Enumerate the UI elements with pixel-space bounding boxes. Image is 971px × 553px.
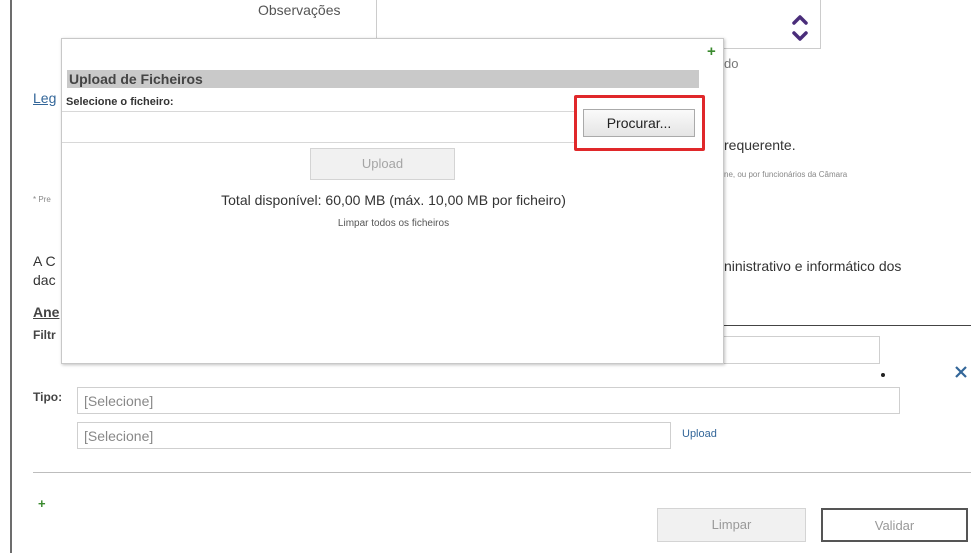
tipo-label: Tipo: bbox=[33, 390, 63, 404]
background-text-do: do bbox=[724, 56, 739, 71]
background-text-dac: dac bbox=[33, 272, 56, 288]
background-text-ac: A C bbox=[33, 253, 56, 269]
documento-select[interactable]: [Selecione] bbox=[77, 422, 671, 449]
total-available-text: Total disponível: 60,00 MB (máx. 10,00 M… bbox=[221, 192, 566, 208]
modal-title: Upload de Ficheiros bbox=[67, 70, 699, 88]
browse-button[interactable]: Procurar... bbox=[583, 109, 695, 137]
upload-modal: + Upload de Ficheiros Selecione o fichei… bbox=[61, 38, 724, 364]
file-path-field[interactable] bbox=[62, 111, 574, 143]
requerente-text: requerente. bbox=[724, 137, 796, 153]
bottom-divider bbox=[33, 472, 971, 473]
filtro-label: Filtr bbox=[33, 328, 56, 342]
funcionarios-note: ne, ou por funcionários da Câmara bbox=[724, 170, 848, 179]
anexos-heading: Ane bbox=[33, 304, 60, 320]
limpar-button[interactable]: Limpar bbox=[657, 508, 806, 542]
scroll-arrows-icon[interactable] bbox=[790, 10, 810, 46]
upload-button[interactable]: Upload bbox=[310, 148, 455, 180]
required-note: * Pre bbox=[33, 195, 51, 204]
file-select-label: Selecione o ficheiro: bbox=[66, 96, 174, 108]
clear-all-files-link[interactable]: Limpar todos os ficheiros bbox=[62, 218, 725, 229]
dot-marker bbox=[881, 373, 885, 377]
browse-highlight: Procurar... bbox=[574, 95, 705, 151]
legislacao-link[interactable]: Leg bbox=[33, 90, 56, 106]
upload-link[interactable]: Upload bbox=[682, 428, 717, 440]
close-x-icon[interactable] bbox=[954, 365, 968, 379]
plus-icon[interactable]: + bbox=[707, 43, 716, 60]
textarea-edge bbox=[376, 0, 377, 38]
observacoes-label: Observações bbox=[258, 2, 341, 18]
left-frame-border bbox=[10, 0, 12, 553]
validar-button[interactable]: Validar bbox=[821, 508, 968, 542]
section-divider-right bbox=[724, 325, 971, 326]
add-small-icon[interactable]: + bbox=[38, 496, 46, 511]
informatico-text: ninistrativo e informático dos bbox=[724, 258, 902, 274]
filtro-input-edge[interactable] bbox=[724, 336, 880, 364]
tipo-select[interactable]: [Selecione] bbox=[77, 387, 900, 414]
